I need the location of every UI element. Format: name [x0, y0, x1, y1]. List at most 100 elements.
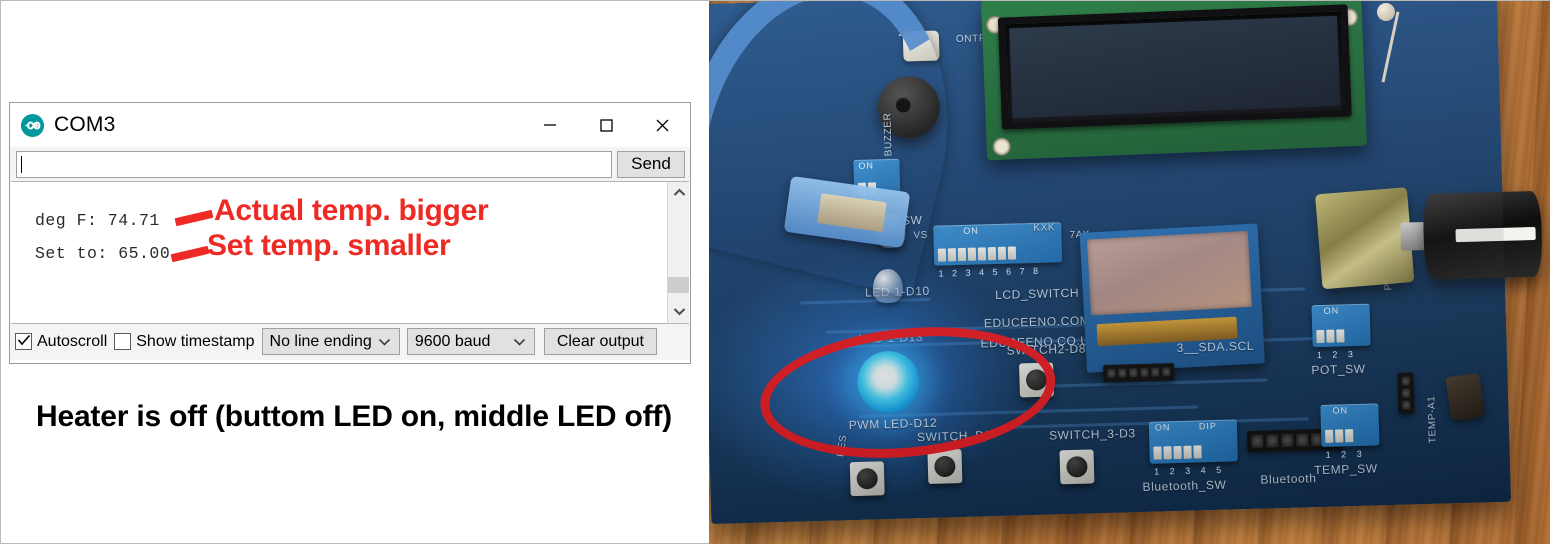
dip-label: DIP — [1198, 420, 1218, 432]
dip-switch-4[interactable] — [1183, 445, 1192, 459]
dip-switch-3[interactable] — [1336, 329, 1345, 343]
check-icon — [17, 333, 31, 351]
caption-text: Heater is off (buttom LED on, middle LED… — [36, 400, 672, 433]
main-dip-switch-8[interactable]: ON 1 2 3 4 5 6 7 8 — [933, 222, 1063, 279]
scrollbar-up-button[interactable] — [668, 182, 689, 204]
red-ellipse-highlight — [754, 314, 1062, 471]
dip-switch-6[interactable] — [987, 247, 997, 261]
bluetooth-pin-header — [1247, 428, 1343, 453]
dip-switch-4[interactable] — [967, 247, 977, 261]
potentiometer-shaft — [1400, 221, 1444, 251]
minimize-button[interactable] — [522, 103, 578, 147]
silk-label-switch3-d3: SWITCH_3-D3 — [1048, 426, 1136, 443]
dip-switch-5[interactable] — [1193, 445, 1202, 459]
show-timestamp-checkbox[interactable]: Show timestamp — [114, 333, 255, 351]
autoscroll-checkbox-box[interactable] — [15, 333, 32, 350]
header-pin — [1311, 432, 1324, 447]
dip-switch-7[interactable] — [997, 246, 1007, 260]
line-ending-value: No line ending — [269, 332, 372, 350]
chevron-up-icon — [673, 184, 686, 202]
dip-numbers: 1 2 3 4 5 — [1153, 464, 1226, 477]
dip-switch-1[interactable] — [1153, 446, 1162, 460]
dip-on-label: ON — [1154, 422, 1171, 433]
lcd-1602-module — [981, 1, 1367, 161]
silk-label-lcd-switch: LCD_SWITCH — [994, 285, 1080, 303]
serial-output-text: deg F: 74.71 Set to: 65.00 — [35, 211, 171, 263]
chevron-down-icon — [513, 338, 530, 346]
window-titlebar: COM3 — [10, 103, 690, 147]
i2c-pin-header — [1103, 363, 1175, 383]
potentiometer-body — [1315, 187, 1415, 290]
send-input[interactable] — [16, 150, 612, 178]
potentiometer-knob[interactable] — [1422, 190, 1543, 281]
dip-switch-5[interactable] — [977, 247, 987, 261]
dip-switch-3[interactable] — [1173, 445, 1182, 460]
temperature-sensor — [1445, 372, 1485, 422]
switch-d9-button[interactable] — [927, 449, 963, 484]
dip-on-label: ON — [1323, 305, 1340, 316]
switch2-d8-button[interactable] — [1019, 362, 1054, 398]
dip-switch-3[interactable] — [1345, 429, 1354, 443]
show-timestamp-checkbox-box[interactable] — [114, 333, 132, 350]
output-scrollbar[interactable] — [667, 182, 689, 323]
lcd-screen — [997, 4, 1352, 130]
send-button[interactable]: Send — [617, 150, 685, 178]
header-pin — [1140, 367, 1149, 378]
header-pin — [1107, 368, 1116, 378]
temp-sw-dip-switch[interactable]: ON 1 2 3 — [1320, 403, 1380, 460]
silk-label-bluetooth-sw: Bluetooth_SW — [1142, 477, 1227, 495]
close-button[interactable] — [634, 103, 690, 147]
dip-switch-2[interactable] — [1326, 329, 1335, 343]
maximize-icon — [597, 116, 615, 134]
dip-on-label: ON — [963, 225, 979, 236]
silk-label-sda-scl: 3__SDA.SCL — [1176, 338, 1255, 356]
silk-label-7ak: 7AK — [1069, 229, 1091, 241]
header-pin — [1401, 376, 1410, 386]
dip-switch-1[interactable] — [1316, 329, 1325, 344]
silk-label-pwm-led: PWM LED-D12 — [848, 415, 938, 433]
header-pin — [1401, 388, 1411, 398]
header-pin — [1162, 367, 1171, 377]
line-ending-select[interactable]: No line ending — [261, 328, 400, 355]
silk-label-res: RES — [835, 434, 850, 458]
scrollbar-thumb[interactable] — [668, 277, 689, 293]
reset-button[interactable] — [849, 461, 885, 497]
text-caret — [21, 155, 22, 173]
dip-numbers: 1 2 3 — [1325, 448, 1366, 460]
chevron-down-icon — [673, 303, 686, 321]
dip-switch-8[interactable] — [1007, 246, 1017, 260]
silk-label-switch-d9: SWITCH_D9 — [916, 428, 992, 445]
switch3-d3-button[interactable] — [1059, 449, 1095, 485]
oled-display-module — [1079, 223, 1265, 373]
dip-switch-2[interactable] — [947, 248, 957, 262]
silk-label-temp-a1: TEMP-A1 — [1426, 395, 1439, 444]
board-photo: 200 BUZZER ONTRA ON 1 2 BUZZER_SW ON — [709, 1, 1550, 544]
clear-output-button[interactable]: Clear output — [543, 328, 657, 355]
maximize-button[interactable] — [578, 103, 634, 147]
dip-switch-3[interactable] — [957, 247, 967, 262]
header-pin — [1326, 432, 1339, 446]
header-pins — [1397, 372, 1414, 413]
silk-label-kxk: KXK — [1033, 222, 1056, 234]
dip-switch-2[interactable] — [1335, 429, 1344, 443]
header-pin — [1281, 433, 1294, 448]
header-pin — [1251, 434, 1264, 448]
annotation-actual-temp: Actual temp. bigger — [214, 194, 489, 227]
header-pin — [1151, 367, 1160, 377]
oled-ribbon-connector — [1096, 316, 1238, 347]
autoscroll-checkbox[interactable]: Autoscroll — [15, 333, 107, 351]
baud-rate-select[interactable]: 9600 baud — [406, 328, 535, 355]
dip-switch-1[interactable] — [1325, 429, 1334, 443]
silk-label-bluetooth: Bluetooth — [1260, 471, 1317, 487]
send-row: Send — [10, 147, 690, 181]
bluetooth-dip-switch[interactable]: ON DIP 1 2 3 4 5 — [1148, 419, 1238, 477]
header-pins — [1247, 428, 1343, 452]
dip-switch-2[interactable] — [1163, 446, 1172, 460]
scrollbar-down-button[interactable] — [668, 301, 689, 323]
dip-numbers: 1 2 3 — [1316, 348, 1358, 361]
dip-switch-1[interactable] — [937, 248, 947, 262]
header-pin — [1266, 434, 1279, 448]
header-pin — [1296, 433, 1309, 447]
serial-toolbar: Autoscroll Show timestamp No line ending… — [10, 324, 690, 360]
pot-sw-dip-switch[interactable]: ON 1 2 3 — [1311, 303, 1371, 360]
